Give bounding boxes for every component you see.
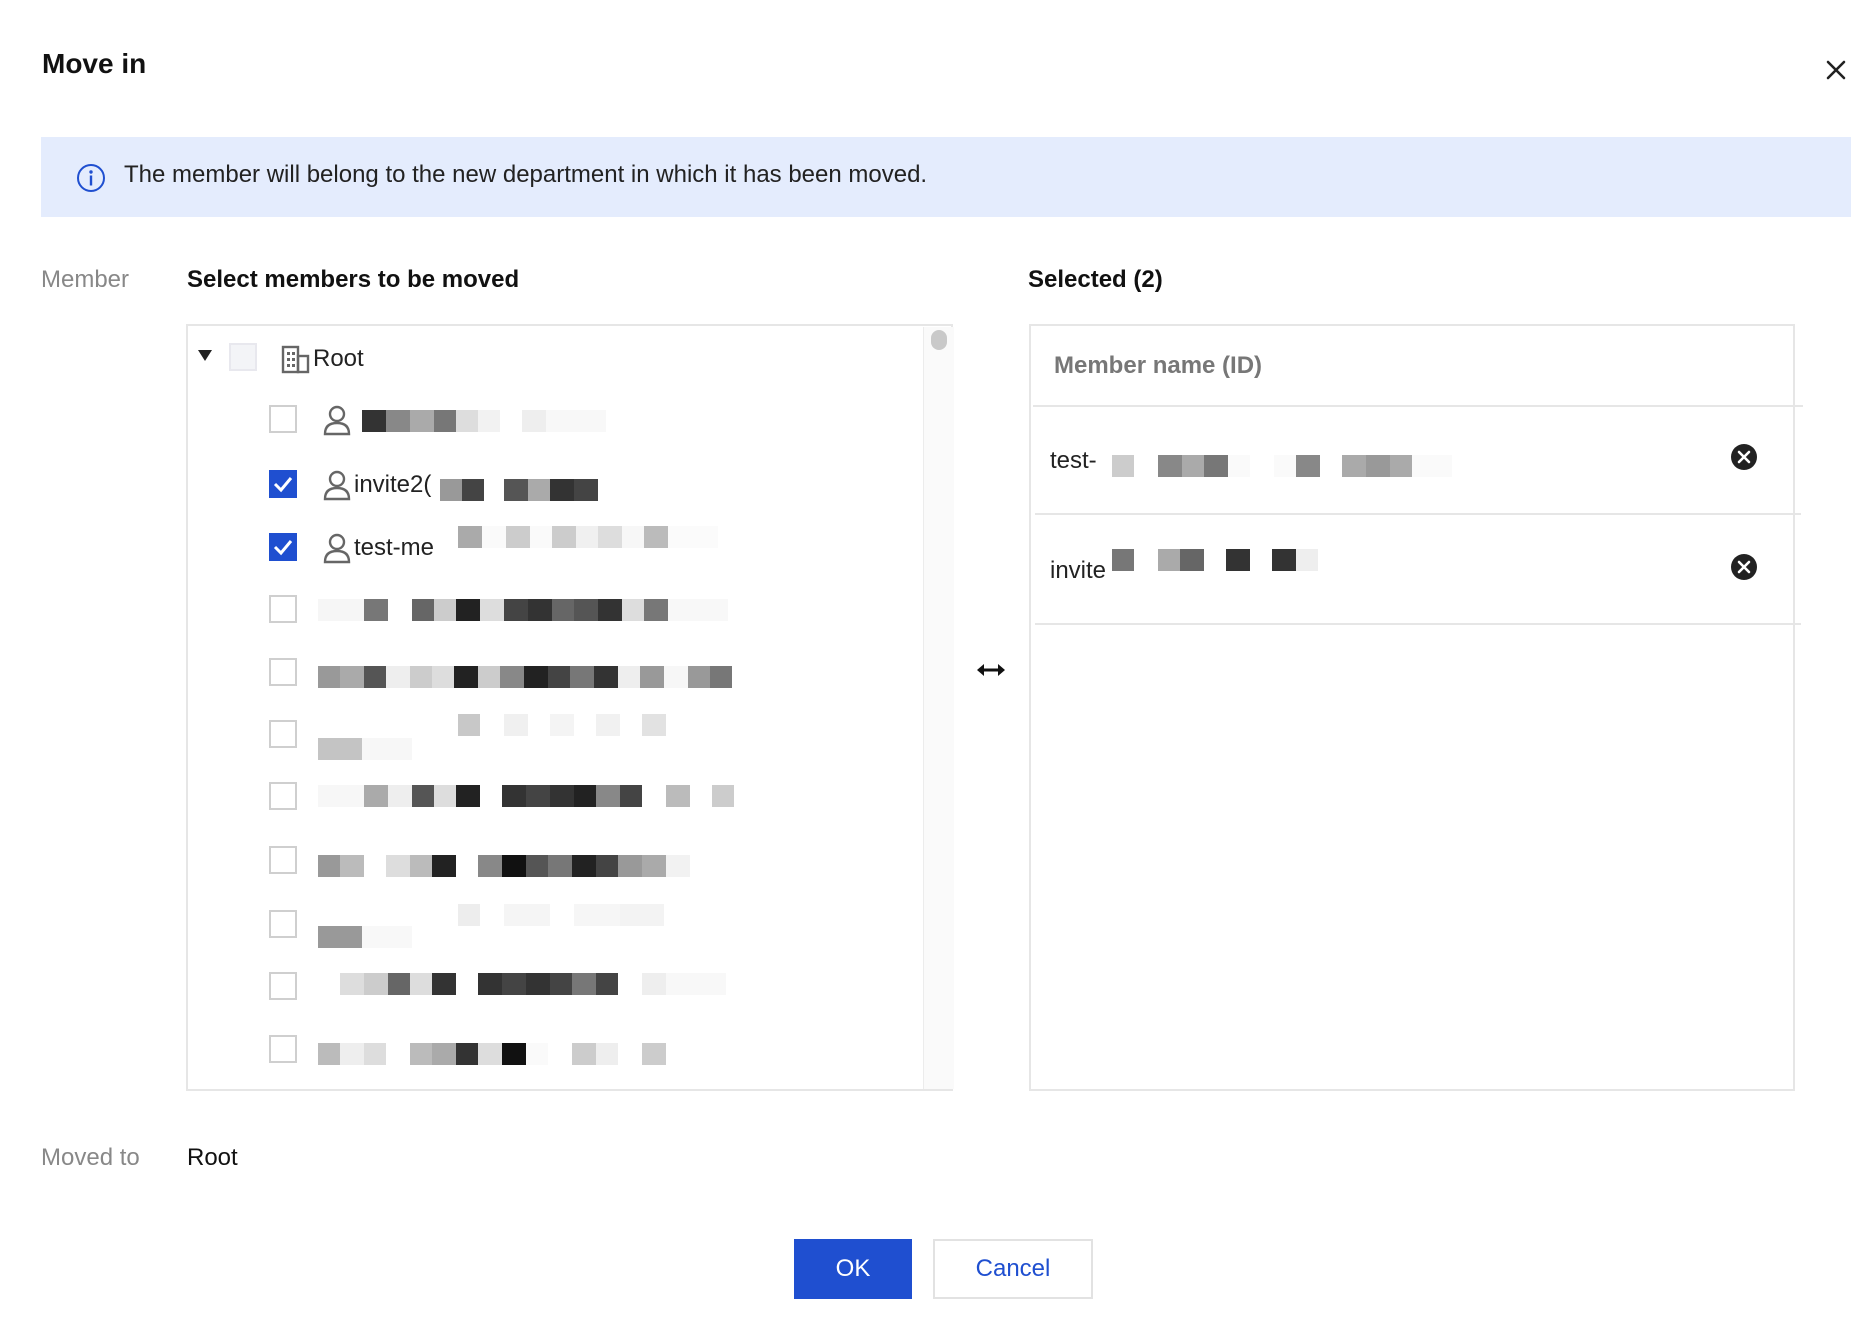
- moved-to-label: Moved to: [41, 1144, 140, 1171]
- selected-member-name: invite: [1050, 557, 1107, 584]
- ok-button[interactable]: OK: [794, 1239, 912, 1299]
- person-icon: [322, 469, 352, 501]
- member-checkbox[interactable]: [269, 972, 297, 1000]
- tree-scrollbar[interactable]: [923, 327, 954, 1089]
- redacted-member-id: [458, 714, 666, 736]
- selected-member-name: test-: [1050, 447, 1097, 474]
- redacted-member-name: [362, 410, 606, 432]
- selected-heading: Selected (2): [1028, 266, 1163, 293]
- redacted-member-id: [440, 479, 598, 501]
- redacted-member-name: [318, 738, 412, 760]
- selected-panel: [1029, 324, 1795, 1091]
- member-checkbox-checked[interactable]: [269, 470, 297, 498]
- member-checkbox[interactable]: [269, 595, 297, 623]
- redacted-member-id: [458, 526, 718, 548]
- root-checkbox[interactable]: [229, 343, 257, 371]
- member-checkbox[interactable]: [269, 910, 297, 938]
- alert-message: The member will belong to the new depart…: [124, 161, 928, 188]
- member-checkbox[interactable]: [269, 658, 297, 686]
- member-checkbox-checked[interactable]: [269, 533, 297, 561]
- remove-circle-icon[interactable]: [1730, 553, 1758, 581]
- row-divider: [1035, 513, 1801, 515]
- dialog-title: Move in: [42, 48, 147, 79]
- remove-circle-icon[interactable]: [1730, 443, 1758, 471]
- redacted-member-name: [318, 855, 690, 877]
- redacted-member-name: [318, 926, 412, 948]
- member-checkbox[interactable]: [269, 1035, 297, 1063]
- info-icon: [76, 163, 106, 193]
- member-checkbox[interactable]: [269, 782, 297, 810]
- building-icon: [281, 344, 311, 374]
- person-icon: [322, 532, 352, 564]
- tree-scrollbar-thumb[interactable]: [931, 330, 947, 350]
- member-name[interactable]: test-me: [354, 534, 434, 562]
- redacted-member-id: [458, 904, 664, 926]
- member-checkbox[interactable]: [269, 405, 297, 433]
- person-icon: [322, 404, 352, 436]
- close-icon[interactable]: [1822, 56, 1850, 84]
- cancel-button[interactable]: Cancel: [933, 1239, 1093, 1299]
- redacted-member-name: [340, 973, 726, 995]
- row-divider: [1035, 623, 1801, 625]
- swap-arrows-icon: [975, 660, 1007, 680]
- redacted-member-name: [318, 666, 732, 688]
- caret-down-icon[interactable]: [196, 348, 214, 364]
- select-members-heading: Select members to be moved: [187, 266, 520, 293]
- redacted-member-name: [318, 1043, 666, 1065]
- moved-to-value: Root: [187, 1144, 238, 1171]
- redacted-member-name: [318, 599, 728, 621]
- redacted-member-name: [318, 785, 734, 807]
- root-label[interactable]: Root: [313, 345, 364, 373]
- redacted-selected-id: [1112, 455, 1452, 477]
- member-checkbox[interactable]: [269, 720, 297, 748]
- member-label: Member: [41, 266, 130, 293]
- member-checkbox[interactable]: [269, 846, 297, 874]
- redacted-selected-id: [1112, 549, 1318, 571]
- member-name[interactable]: invite2(: [354, 471, 431, 499]
- column-header-member-name: Member name (ID): [1054, 352, 1263, 379]
